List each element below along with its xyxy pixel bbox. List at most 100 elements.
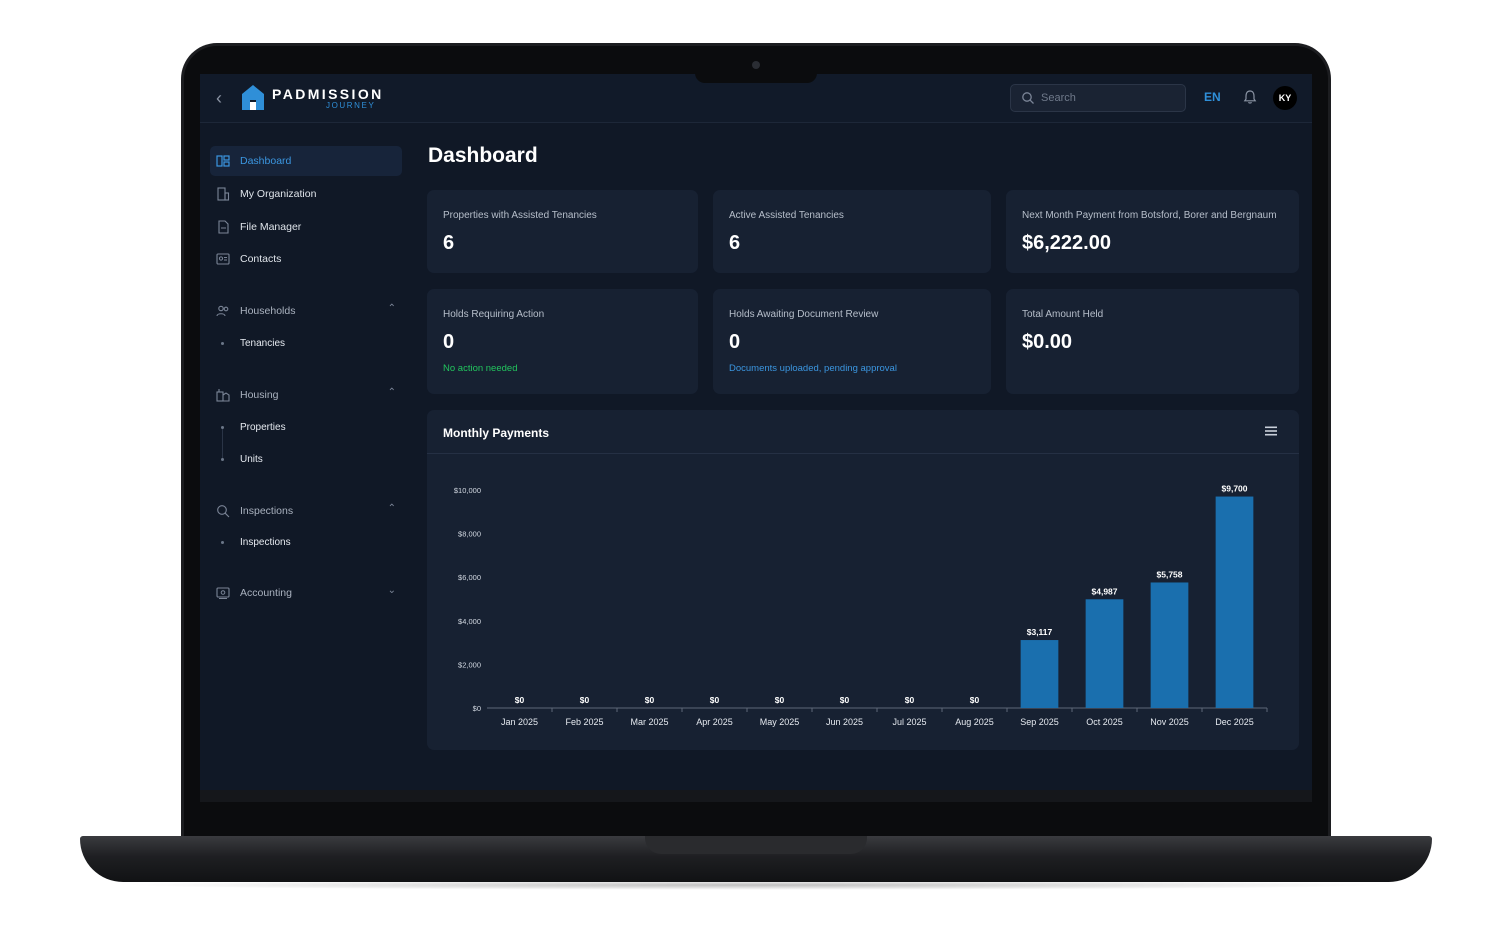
file-icon — [218, 220, 229, 234]
housing-icon — [216, 389, 230, 402]
stat-value: 0 — [729, 331, 741, 353]
y-tick-label: $2,000 — [458, 660, 481, 669]
language-selector[interactable]: EN — [1204, 90, 1221, 104]
sidebar-item-properties[interactable]: Properties — [210, 416, 402, 440]
sidebar-item-dashboard[interactable]: Dashboard — [210, 146, 402, 176]
data-label: $3,117 — [1027, 627, 1053, 637]
bar — [1215, 496, 1254, 708]
data-label: $0 — [840, 695, 850, 705]
app-screen: ‹ PADMISSION JOURNEY EN KY — [200, 74, 1312, 790]
stat-card-holds-requiring-action: Holds Requiring Action 0 No action neede… — [427, 289, 698, 394]
sidebar-item-contacts[interactable]: Contacts — [210, 244, 402, 274]
dashboard-icon — [216, 155, 230, 167]
data-label: $0 — [515, 695, 525, 705]
chevron-down-icon[interactable]: ⌄ — [388, 585, 396, 596]
sidebar-group-label: Accounting — [240, 587, 292, 599]
chart-title: Monthly Payments — [443, 426, 550, 440]
search-icon — [217, 505, 230, 518]
bar-chart: $0 $2,000 $4,000 $6,000 $8,000 $10,000 $0 Jan 2… — [454, 484, 1268, 727]
x-tick-label: Aug 2025 — [955, 717, 994, 727]
chevron-up-icon[interactable]: ⌃ — [388, 303, 396, 314]
data-label: $0 — [775, 695, 785, 705]
sidebar-item-tenancies[interactable]: Tenancies — [210, 332, 402, 356]
accounting-icon — [216, 587, 230, 599]
sidebar-group-label: Housing — [240, 389, 279, 401]
stat-value: 6 — [443, 232, 455, 254]
chevron-up-icon[interactable]: ⌃ — [388, 503, 396, 514]
y-tick-label: $0 — [473, 704, 481, 713]
stat-value: $0.00 — [1022, 331, 1073, 353]
bar — [1150, 582, 1189, 708]
x-tick-label: Jan 2025 — [501, 717, 538, 727]
data-label: $0 — [710, 695, 720, 705]
stat-card-properties: Properties with Assisted Tenancies 6 — [427, 190, 698, 273]
sidebar-group-housing[interactable]: Housing ⌃ — [210, 380, 402, 410]
sidebar: Dashboard My Organization File Manager C… — [200, 124, 410, 790]
sidebar-item-inspections[interactable]: Inspections — [210, 531, 402, 555]
stat-value: $6,222.00 — [1022, 232, 1111, 254]
stat-value: 6 — [729, 232, 741, 254]
bar — [1020, 640, 1059, 708]
screen-notch — [695, 73, 817, 83]
stat-label: Active Assisted Tenancies — [729, 210, 844, 221]
back-button[interactable]: ‹ — [216, 88, 222, 109]
contacts-icon — [216, 253, 230, 265]
brand-subtitle: JOURNEY — [326, 101, 376, 110]
x-tick-label: Sep 2025 — [1020, 717, 1059, 727]
stat-label: Holds Awaiting Document Review — [729, 309, 879, 320]
x-tick-label: Dec 2025 — [1215, 717, 1254, 727]
chart-header: Monthly Payments — [427, 410, 1299, 454]
x-tick-label: Oct 2025 — [1086, 717, 1123, 727]
x-tick-label: Jun 2025 — [826, 717, 863, 727]
x-tick-label: May 2025 — [760, 717, 800, 727]
logo-house-icon — [242, 85, 264, 110]
stat-label: Holds Requiring Action — [443, 309, 545, 320]
y-tick-label: $4,000 — [458, 617, 481, 626]
chevron-up-icon[interactable]: ⌃ — [388, 387, 396, 398]
x-tick-label: Feb 2025 — [565, 717, 603, 727]
sidebar-item-my-organization[interactable]: My Organization — [210, 179, 402, 209]
bar — [1085, 599, 1124, 708]
sidebar-item-file-manager[interactable]: File Manager — [210, 212, 402, 242]
y-tick-label: $10,000 — [454, 486, 481, 495]
sidebar-group-accounting[interactable]: Accounting ⌄ — [210, 578, 402, 608]
sidebar-item-label: Dashboard — [240, 155, 292, 167]
data-label: $0 — [905, 695, 915, 705]
search-icon — [1022, 92, 1034, 104]
sidebar-item-label: File Manager — [240, 221, 302, 233]
data-label: $0 — [580, 695, 590, 705]
sidebar-group-label: Inspections — [240, 505, 294, 517]
monthly-payments-card: Monthly Payments $0 $2,000 $4,000 $6,000 $8,… — [427, 410, 1299, 750]
data-label: $0 — [645, 695, 655, 705]
status-note: No action needed — [443, 363, 518, 374]
avatar[interactable]: KY — [1273, 86, 1297, 110]
laptop-chin — [200, 790, 1312, 802]
camera-icon — [752, 61, 760, 69]
stat-label: Total Amount Held — [1022, 309, 1104, 320]
sidebar-group-households[interactable]: Households ⌃ — [210, 296, 402, 326]
page-title: Dashboard — [428, 144, 538, 167]
bullet-icon — [221, 458, 224, 461]
brand-name: PADMISSION — [272, 86, 384, 102]
search-input[interactable] — [1041, 89, 1179, 107]
bullet-icon — [221, 541, 224, 544]
stat-value: 0 — [443, 331, 455, 353]
bell-icon[interactable] — [1242, 89, 1258, 105]
sidebar-group-inspections[interactable]: Inspections ⌃ — [210, 496, 402, 526]
sidebar-item-units[interactable]: Units — [210, 448, 402, 472]
menu-icon[interactable] — [1265, 426, 1277, 436]
x-tick-label: Apr 2025 — [696, 717, 733, 727]
stat-card-total-amount-held: Total Amount Held $0.00 — [1006, 289, 1299, 394]
search-box[interactable] — [1010, 84, 1186, 112]
people-icon — [216, 305, 229, 317]
data-label: $0 — [970, 695, 980, 705]
data-label: $4,987 — [1092, 586, 1118, 596]
sidebar-item-label: Contacts — [240, 253, 282, 265]
laptop-hinge — [645, 836, 867, 854]
sidebar-item-label: Properties — [240, 422, 286, 433]
building-icon — [217, 187, 230, 201]
bullet-icon — [221, 426, 224, 429]
status-note: Documents uploaded, pending approval — [729, 363, 897, 374]
stat-label: Next Month Payment from Botsford, Borer … — [1022, 210, 1277, 221]
laptop-shadow — [120, 880, 1392, 890]
